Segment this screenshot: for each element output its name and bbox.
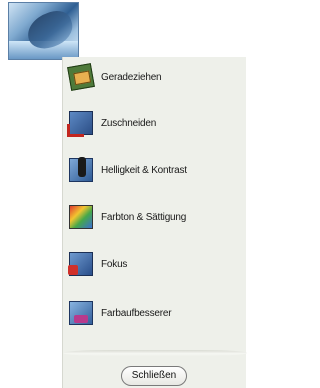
tool-hue-saturation[interactable]: Farbton & Sättigung	[69, 199, 241, 235]
tool-straighten[interactable]: Geradeziehen	[67, 59, 241, 95]
tool-brightness-contrast[interactable]: Helligkeit & Kontrast	[69, 152, 241, 188]
tool-label: Zuschneiden	[101, 117, 157, 129]
tool-crop[interactable]: Zuschneiden	[67, 105, 241, 141]
tool-focus[interactable]: Fokus	[68, 246, 241, 282]
tool-color-enhancer[interactable]: Farbaufbesserer	[69, 295, 241, 331]
photo-thumbnail	[8, 2, 79, 60]
close-button[interactable]: Schließen	[121, 366, 187, 386]
focus-icon	[68, 252, 93, 276]
tool-label: Fokus	[101, 258, 128, 270]
straighten-icon	[67, 63, 95, 91]
crop-icon	[67, 111, 93, 137]
edit-tools-panel: Geradeziehen Zuschneiden Helligkeit & Ko…	[62, 57, 247, 388]
brightness-contrast-icon	[69, 157, 93, 182]
panel-separator	[63, 350, 247, 356]
tool-label: Farbaufbesserer	[101, 307, 172, 319]
hue-saturation-icon	[69, 205, 93, 229]
tool-label: Geradeziehen	[101, 71, 162, 83]
tool-label: Farbton & Sättigung	[101, 211, 187, 223]
color-enhancer-icon	[69, 301, 93, 325]
tool-label: Helligkeit & Kontrast	[101, 164, 187, 176]
